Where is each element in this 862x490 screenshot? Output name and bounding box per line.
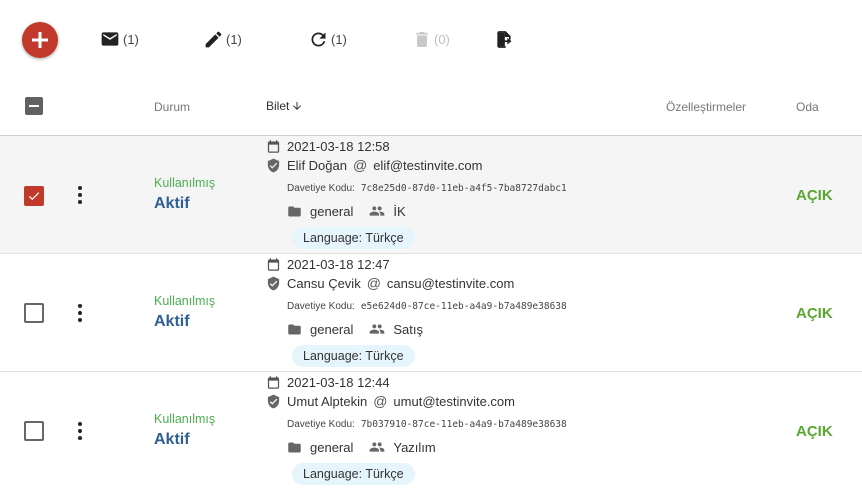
delete-count: (0) xyxy=(434,32,450,47)
calendar-icon xyxy=(267,376,280,389)
group-icon xyxy=(370,442,385,452)
person-email: elif@testinvite.com xyxy=(373,157,483,173)
ticket-person: Umut Alptekin @ umut@testinvite.com xyxy=(266,393,515,409)
person-name: Cansu Çevik xyxy=(287,275,361,291)
person-email: umut@testinvite.com xyxy=(393,393,515,409)
calendar-icon xyxy=(267,140,280,153)
export-button[interactable] xyxy=(494,29,514,50)
ticket-meta: general İK xyxy=(287,203,406,219)
invite-code-value: e5e624d0-87ce-11eb-a4a9-b7a489e38638 xyxy=(360,301,567,312)
invite-code-label: Davetiye Kodu: xyxy=(287,419,355,430)
more-vert-icon xyxy=(78,186,82,204)
refresh-button[interactable]: (1) xyxy=(308,29,347,50)
column-header-customizations[interactable]: Özelleştirmeler xyxy=(666,100,746,114)
column-header-ticket[interactable]: Bilet xyxy=(266,99,303,113)
trash-icon xyxy=(416,32,428,47)
add-button[interactable] xyxy=(22,22,58,58)
ticket-person: Elif Doğan @ elif@testinvite.com xyxy=(266,157,483,173)
verified-shield-icon xyxy=(267,276,280,290)
refresh-count: (1) xyxy=(331,32,347,47)
status-active: Aktif xyxy=(154,313,190,330)
language-chip: Language: Türkçe xyxy=(292,227,415,249)
refresh-icon xyxy=(311,32,326,47)
pencil-icon xyxy=(205,31,222,48)
group-icon xyxy=(370,206,385,216)
row-checkbox[interactable] xyxy=(24,303,44,323)
group-name: İK xyxy=(393,203,406,219)
verified-shield-icon xyxy=(267,158,280,172)
invite-code-value: 7c8e25d0-87d0-11eb-a4f5-7ba8727dabc1 xyxy=(360,183,567,194)
at-icon: @ xyxy=(366,275,381,291)
ticket-date: 2021-03-18 12:58 xyxy=(266,139,390,154)
person-name: Umut Alptekin xyxy=(287,393,368,409)
file-export-icon xyxy=(497,31,512,48)
folder-icon xyxy=(288,442,301,452)
group-icon xyxy=(370,324,385,334)
group-name: Yazılım xyxy=(393,439,436,455)
plus-icon xyxy=(32,32,48,48)
invite-code: Davetiye Kodu: 7c8e25d0-87d0-11eb-a4f5-7b… xyxy=(287,183,567,194)
invite-code: Davetiye Kodu: e5e624d0-87ce-11eb-a4a9-b7… xyxy=(287,301,567,312)
folder-name: general xyxy=(310,321,354,337)
mail-icon xyxy=(101,32,119,46)
status-used: Kullanılmış xyxy=(154,412,216,426)
folder-name: general xyxy=(310,439,354,455)
invite-code: Davetiye Kodu: 7b037910-87ce-11eb-a4a9-b7… xyxy=(287,419,567,430)
status-active: Aktif xyxy=(154,195,190,212)
ticket-person: Cansu Çevik @ cansu@testinvite.com xyxy=(266,275,514,291)
table-row[interactable]: Kullanılmış Aktif 2021-03-18 12:47 Cansu… xyxy=(0,253,862,372)
send-email-button[interactable]: (1) xyxy=(99,29,139,49)
date-text: 2021-03-18 12:47 xyxy=(287,257,390,272)
select-all-checkbox[interactable] xyxy=(25,97,43,115)
invite-code-label: Davetiye Kodu: xyxy=(287,183,355,194)
edit-count: (1) xyxy=(226,32,242,47)
ticket-meta: general Yazılım xyxy=(287,439,436,455)
at-icon: @ xyxy=(352,157,368,173)
group-name: Satış xyxy=(393,321,423,337)
delete-button[interactable]: (0) xyxy=(412,29,450,50)
date-text: 2021-03-18 12:44 xyxy=(287,375,390,390)
language-chip: Language: Türkçe xyxy=(292,463,415,485)
date-text: 2021-03-18 12:58 xyxy=(287,139,390,154)
folder-name: general xyxy=(310,203,354,219)
room-status: AÇIK xyxy=(796,423,833,440)
at-icon: @ xyxy=(373,393,388,409)
table-row[interactable]: Kullanılmış Aktif 2021-03-18 12:58 Elif … xyxy=(0,135,862,254)
person-name: Elif Doğan xyxy=(287,157,347,173)
language-chip: Language: Türkçe xyxy=(292,345,415,367)
room-status: AÇIK xyxy=(796,305,833,322)
arrow-down-icon xyxy=(293,102,302,110)
room-status: AÇIK xyxy=(796,187,833,204)
folder-icon xyxy=(288,206,301,216)
folder-icon xyxy=(288,324,301,334)
status-active: Aktif xyxy=(154,431,190,448)
column-header-room[interactable]: Oda xyxy=(796,100,819,114)
status-used: Kullanılmış xyxy=(154,294,216,308)
ticket-date: 2021-03-18 12:47 xyxy=(266,257,390,272)
row-menu-button[interactable] xyxy=(77,186,83,204)
invite-code-value: 7b037910-87ce-11eb-a4a9-b7a489e38638 xyxy=(360,419,567,430)
more-vert-icon xyxy=(78,422,82,440)
row-menu-button[interactable] xyxy=(77,304,83,322)
more-vert-icon xyxy=(78,304,82,322)
edit-button[interactable]: (1) xyxy=(203,29,242,50)
column-header-status[interactable]: Durum xyxy=(154,100,190,114)
row-checkbox[interactable] xyxy=(24,421,44,441)
calendar-icon xyxy=(267,258,280,271)
row-checkbox[interactable] xyxy=(24,186,44,206)
email-count: (1) xyxy=(123,31,139,47)
ticket-date: 2021-03-18 12:44 xyxy=(266,375,390,390)
status-used: Kullanılmış xyxy=(154,176,216,190)
column-header-ticket-label: Bilet xyxy=(266,99,290,113)
ticket-meta: general Satış xyxy=(287,321,423,337)
row-menu-button[interactable] xyxy=(77,422,83,440)
check-icon xyxy=(28,192,40,201)
table-row[interactable]: Kullanılmış Aktif 2021-03-18 12:44 Umut … xyxy=(0,371,862,490)
invite-code-label: Davetiye Kodu: xyxy=(287,301,355,312)
person-email: cansu@testinvite.com xyxy=(386,275,515,291)
verified-shield-icon xyxy=(267,394,280,408)
